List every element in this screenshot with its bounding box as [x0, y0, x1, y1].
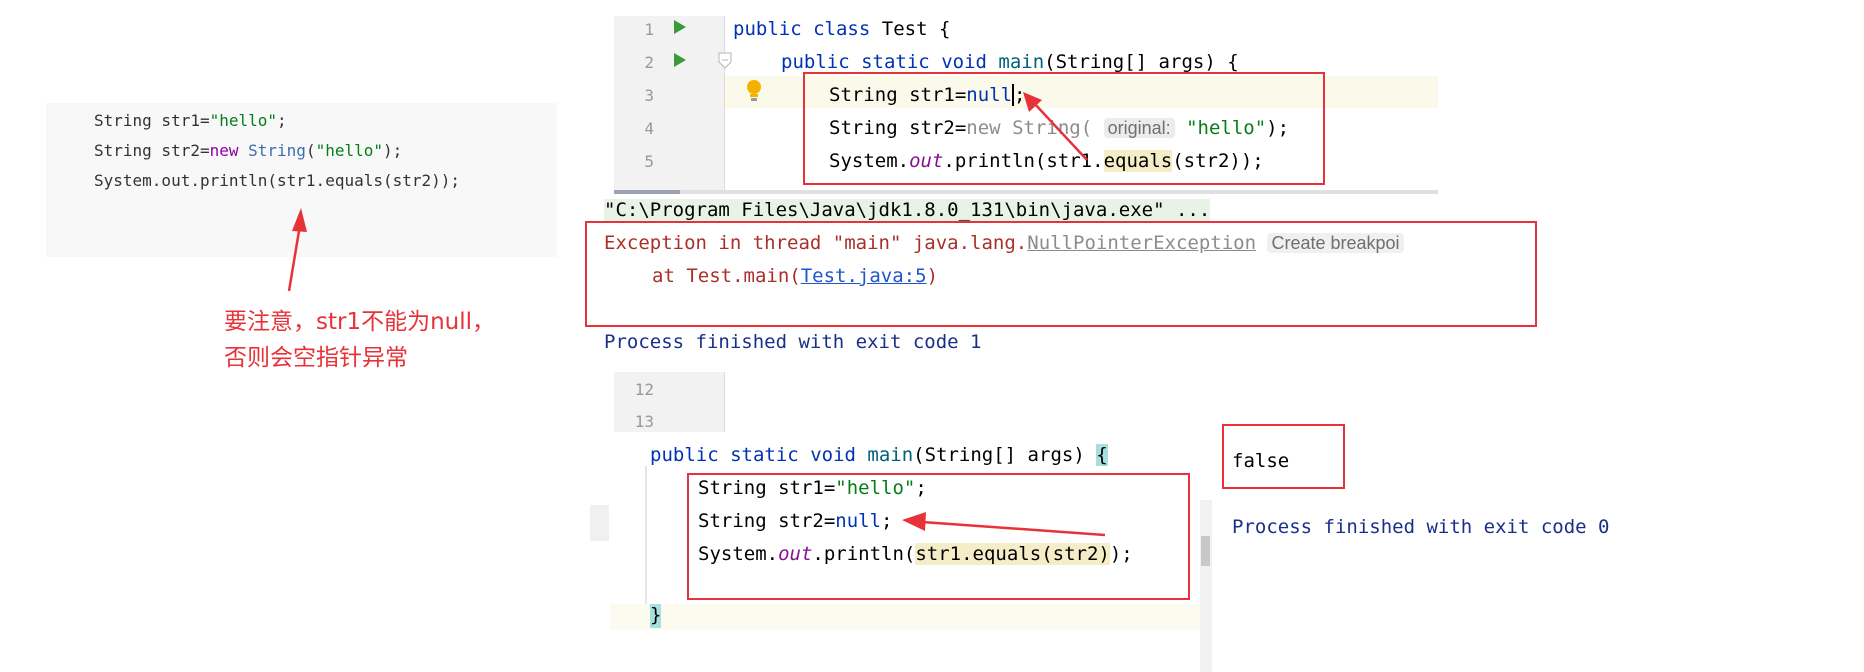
process-finished-0: Process finished with exit code 0 [1232, 516, 1610, 538]
process-finished-1: Process finished with exit code 1 [604, 331, 982, 353]
snippet-new-keyword: new [209, 141, 239, 160]
kw-public: public [733, 18, 802, 40]
annotation-arrow-up [287, 208, 307, 292]
scrollbar-thumb[interactable] [1201, 536, 1210, 566]
indent-guide [645, 466, 647, 606]
closing-brace: } [650, 604, 662, 628]
kw-static: static [861, 51, 930, 73]
snippet-string-class: String [248, 141, 306, 160]
code-main-signature: public static void main(String[] args) { [650, 444, 1108, 466]
line-number: 13 [634, 412, 654, 428]
snippet-line-3: System.out.println(str1.equals(str2)); [94, 171, 461, 190]
code-line-2: public static void main(String[] args) { [781, 51, 1239, 73]
class-name: Test { [881, 18, 951, 40]
snippet-line-2: String str2=new String("hello"); [94, 141, 403, 160]
snippet-string-literal: "hello" [209, 111, 278, 130]
snippet-string-literal-2: "hello" [315, 141, 384, 160]
lightbulb-icon[interactable] [744, 78, 764, 104]
kw-public: public [650, 444, 719, 466]
main-params: (String[] args) { [1044, 51, 1239, 73]
kw-public: public [781, 51, 850, 73]
run-class-icon[interactable] [674, 20, 686, 34]
method-main: main [867, 444, 914, 466]
vertical-scrollbar[interactable] [1200, 500, 1212, 672]
annotation-text: 要注意，str1不能为null， 否则会空指针异常 [224, 304, 495, 376]
current-line-highlight [610, 604, 1200, 630]
fold-icon[interactable] [718, 52, 732, 70]
main-params: (String[] args) [913, 444, 1085, 466]
brace-match: { [1096, 444, 1108, 466]
code-line-1: public class Test { [733, 18, 950, 40]
console-output-false: false [1232, 450, 1290, 472]
run-main-icon[interactable] [674, 53, 686, 67]
line-number: 4 [644, 119, 654, 138]
line-number: 1 [644, 20, 654, 39]
annotation-arrow-null [1023, 92, 1088, 161]
kw-class: class [813, 18, 871, 40]
editor-bottom-gutter: 12 13 [614, 372, 725, 432]
highlight-box-exception [585, 221, 1537, 327]
line-number: 3 [644, 86, 654, 105]
annotation-line-2: 否则会空指针异常 [224, 345, 408, 371]
line-number: 12 [634, 380, 654, 399]
java-exe-path: "C:\Program Files\Java\jdk1.8.0_131\bin\… [604, 199, 1211, 221]
method-main: main [998, 51, 1045, 73]
kw-static: static [730, 444, 799, 466]
snippet-line-1: String str1="hello"; [94, 111, 287, 130]
kw-void: void [810, 444, 856, 466]
annotation-arrow-str2-null [902, 512, 1106, 537]
line-number: 5 [644, 152, 654, 171]
line-number: 2 [644, 53, 654, 72]
kw-void: void [941, 51, 987, 73]
annotation-line-1: 要注意，str1不能为null， [224, 309, 496, 335]
